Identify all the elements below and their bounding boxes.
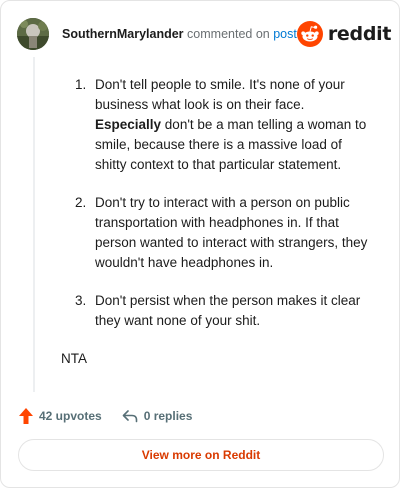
thread-line bbox=[33, 57, 35, 392]
reply-arrow-icon bbox=[122, 410, 138, 423]
post-link[interactable]: post bbox=[273, 27, 297, 41]
reddit-wordmark: reddit bbox=[327, 23, 392, 45]
comment-header: SouthernMarylander commented on post red… bbox=[17, 17, 391, 51]
emphasis-text: Especially bbox=[95, 117, 162, 132]
upvotes-count: 42 upvotes bbox=[39, 409, 102, 423]
list-number: 2. bbox=[75, 195, 87, 210]
list-number: 3. bbox=[75, 293, 87, 308]
username-link[interactable]: SouthernMarylander bbox=[62, 27, 184, 41]
comment-stats: 42 upvotes 0 replies bbox=[19, 405, 192, 427]
reddit-snoo-icon bbox=[296, 21, 323, 47]
list-text: Don't persist when the person makes it c… bbox=[95, 293, 361, 328]
list-item: 1. Don't tell people to smile. It's none … bbox=[57, 75, 372, 175]
replies-stat[interactable]: 0 replies bbox=[122, 409, 193, 423]
replies-count: 0 replies bbox=[143, 409, 193, 423]
list-item: 2. Don't try to interact with a person on… bbox=[57, 193, 372, 273]
comment-closing: NTA bbox=[61, 351, 87, 366]
list-item: 3. Don't persist when the person makes it… bbox=[57, 291, 372, 331]
embedded-comment-card: SouthernMarylander commented on post red… bbox=[0, 0, 400, 488]
upvotes-stat[interactable]: 42 upvotes bbox=[19, 408, 102, 424]
list-text: Don't tell people to smile. It's none of… bbox=[95, 77, 345, 112]
list-number: 1. bbox=[75, 77, 87, 92]
user-avatar[interactable] bbox=[17, 18, 49, 50]
view-more-button[interactable]: View more on Reddit bbox=[18, 439, 384, 471]
comment-meta: SouthernMarylander commented on post bbox=[62, 26, 297, 42]
comment-body: 1. Don't tell people to smile. It's none … bbox=[57, 75, 372, 369]
reddit-logo[interactable]: reddit bbox=[296, 21, 392, 47]
comment-list: 1. Don't tell people to smile. It's none … bbox=[57, 75, 372, 331]
upvote-arrow-icon bbox=[19, 408, 33, 424]
commented-on-label: commented on bbox=[187, 27, 270, 41]
list-text: Don't try to interact with a person on p… bbox=[95, 195, 368, 270]
